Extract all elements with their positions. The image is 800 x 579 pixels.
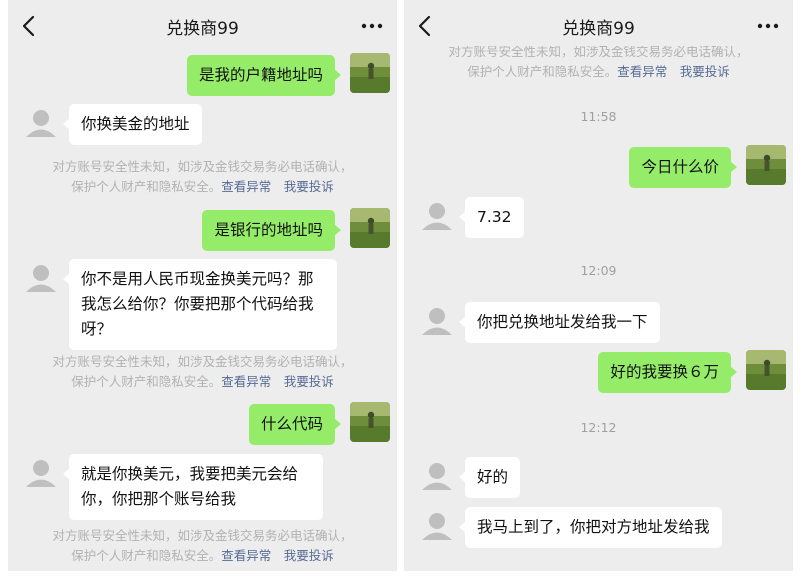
notice-line: 保护个人财产和隐私安全。: [71, 548, 222, 563]
check-abnormal-link[interactable]: 查看异常: [617, 64, 667, 79]
security-notice: 对方账号安全性未知，如涉及金钱交易务必电话确认， 保护个人财产和隐私安全。查看异…: [8, 157, 397, 197]
chat-header: 兑换商99: [8, 0, 397, 50]
message-text: 今日什么价: [641, 158, 719, 176]
contact-avatar[interactable]: [417, 457, 457, 497]
message-bubble-received[interactable]: 好的: [458, 457, 521, 498]
check-abnormal-link[interactable]: 查看异常: [221, 179, 271, 194]
notice-line: 保护个人财产和隐私安全。: [71, 374, 222, 389]
message-text: 是我的户籍地址吗: [198, 66, 323, 84]
my-avatar[interactable]: [350, 208, 390, 248]
message-text-line: 我怎么给你？你要把那个代码给我: [81, 295, 314, 313]
security-notice: 对方账号安全性未知，如涉及金钱交易务必电话确认， 保护个人财产和隐私安全。查看异…: [8, 352, 397, 392]
avatar-image: [350, 53, 390, 93]
timestamp: 12:12: [580, 420, 617, 435]
message-bubble-sent[interactable]: 是银行的地址吗: [202, 210, 341, 251]
notice-line: 对方账号安全性未知，如涉及金钱交易务必电话确认，: [52, 528, 353, 543]
message-bubble-sent[interactable]: 什么代码: [248, 404, 342, 445]
security-notice: 对方账号安全性未知，如涉及金钱交易务必电话确认， 保护个人财产和隐私安全。查看异…: [404, 42, 793, 82]
message-text: 是银行的地址吗: [214, 221, 323, 239]
message-text: 你换美金的地址: [81, 115, 190, 133]
chat-panel-right: 对方账号安全性未知，如涉及金钱交易务必电话确认， 保护个人财产和隐私安全。查看异…: [404, 0, 793, 571]
message-bubble-sent[interactable]: 今日什么价: [629, 147, 737, 188]
message-bubble-sent[interactable]: 是我的户籍地址吗: [186, 55, 342, 96]
default-avatar-icon: [26, 265, 56, 292]
my-avatar[interactable]: [350, 53, 390, 93]
message-bubble-received[interactable]: 我马上到了，你把对方地址发给我: [459, 507, 722, 548]
notice-line: 保护个人财产和隐私安全。: [71, 179, 222, 194]
report-link[interactable]: 我要投诉: [284, 548, 334, 563]
contact-avatar[interactable]: [21, 259, 61, 299]
message-text-line: 你不是用人民币现金换美元吗？那: [81, 270, 314, 288]
message-text: 好的我要换６万: [610, 363, 719, 381]
default-avatar-icon: [422, 203, 452, 230]
message-text: 好的: [477, 468, 509, 486]
security-notice: 对方账号安全性未知，如涉及金钱交易务必电话确认， 保护个人财产和隐私安全。查看异…: [8, 526, 397, 566]
avatar-image: [746, 350, 786, 390]
message-bubble-received[interactable]: 就是你换美元，我要把美元会给 你，你把那个账号给我: [63, 454, 323, 520]
chevron-left-icon[interactable]: [416, 15, 434, 37]
check-abnormal-link[interactable]: 查看异常: [221, 374, 271, 389]
chat-title: 兑换商99: [166, 19, 239, 39]
check-abnormal-link[interactable]: 查看异常: [221, 548, 271, 563]
notice-line: 对方账号安全性未知，如涉及金钱交易务必电话确认，: [52, 354, 353, 369]
avatar-image: [350, 402, 390, 442]
chat-title: 兑换商99: [562, 19, 635, 39]
chat-header: 兑换商99: [404, 0, 793, 46]
message-bubble-sent[interactable]: 好的我要换６万: [598, 352, 737, 393]
timestamp: 11:58: [580, 109, 617, 124]
more-dots-icon[interactable]: [361, 18, 383, 34]
notice-line: 对方账号安全性未知，如涉及金钱交易务必电话确认，: [52, 159, 353, 174]
contact-avatar[interactable]: [21, 104, 61, 144]
my-avatar[interactable]: [746, 145, 786, 185]
report-link[interactable]: 我要投诉: [284, 374, 334, 389]
message-text: 7.32: [477, 208, 512, 226]
my-avatar[interactable]: [746, 350, 786, 390]
default-avatar-icon: [422, 308, 452, 335]
report-link[interactable]: 我要投诉: [680, 64, 730, 79]
default-avatar-icon: [422, 463, 452, 490]
chevron-left-icon[interactable]: [20, 15, 38, 37]
message-text: 我马上到了，你把对方地址发给我: [477, 518, 710, 536]
message-bubble-received[interactable]: 7.32: [459, 197, 524, 238]
message-text-line: 就是你换美元，我要把美元会给: [81, 465, 299, 483]
message-text-line: 呀？: [81, 320, 113, 338]
default-avatar-icon: [26, 110, 56, 137]
contact-avatar[interactable]: [417, 197, 457, 237]
avatar-image: [746, 145, 786, 185]
contact-avatar[interactable]: [417, 507, 457, 547]
more-dots-icon[interactable]: [757, 18, 779, 34]
message-text-line: 你，你把那个账号给我: [81, 490, 237, 508]
chat-panel-left: 兑换商99 是我的户籍地址吗 你换美金的地址 对方账号安全性未知，如涉及金钱交易…: [8, 0, 397, 571]
default-avatar-icon: [422, 513, 452, 540]
my-avatar[interactable]: [350, 402, 390, 442]
avatar-image: [350, 208, 390, 248]
notice-line: 保护个人财产和隐私安全。: [467, 64, 618, 79]
report-link[interactable]: 我要投诉: [284, 179, 334, 194]
timestamp: 12:09: [580, 263, 617, 278]
message-bubble-received[interactable]: 你不是用人民币现金换美元吗？那 我怎么给你？你要把那个代码给我 呀？: [63, 259, 337, 350]
contact-avatar[interactable]: [21, 454, 61, 494]
message-text: 什么代码: [260, 415, 323, 433]
contact-avatar[interactable]: [417, 302, 457, 342]
message-bubble-received[interactable]: 你把兑换地址发给我一下: [459, 302, 660, 343]
message-bubble-received[interactable]: 你换美金的地址: [63, 104, 202, 145]
default-avatar-icon: [26, 460, 56, 487]
message-text: 你把兑换地址发给我一下: [477, 313, 648, 331]
